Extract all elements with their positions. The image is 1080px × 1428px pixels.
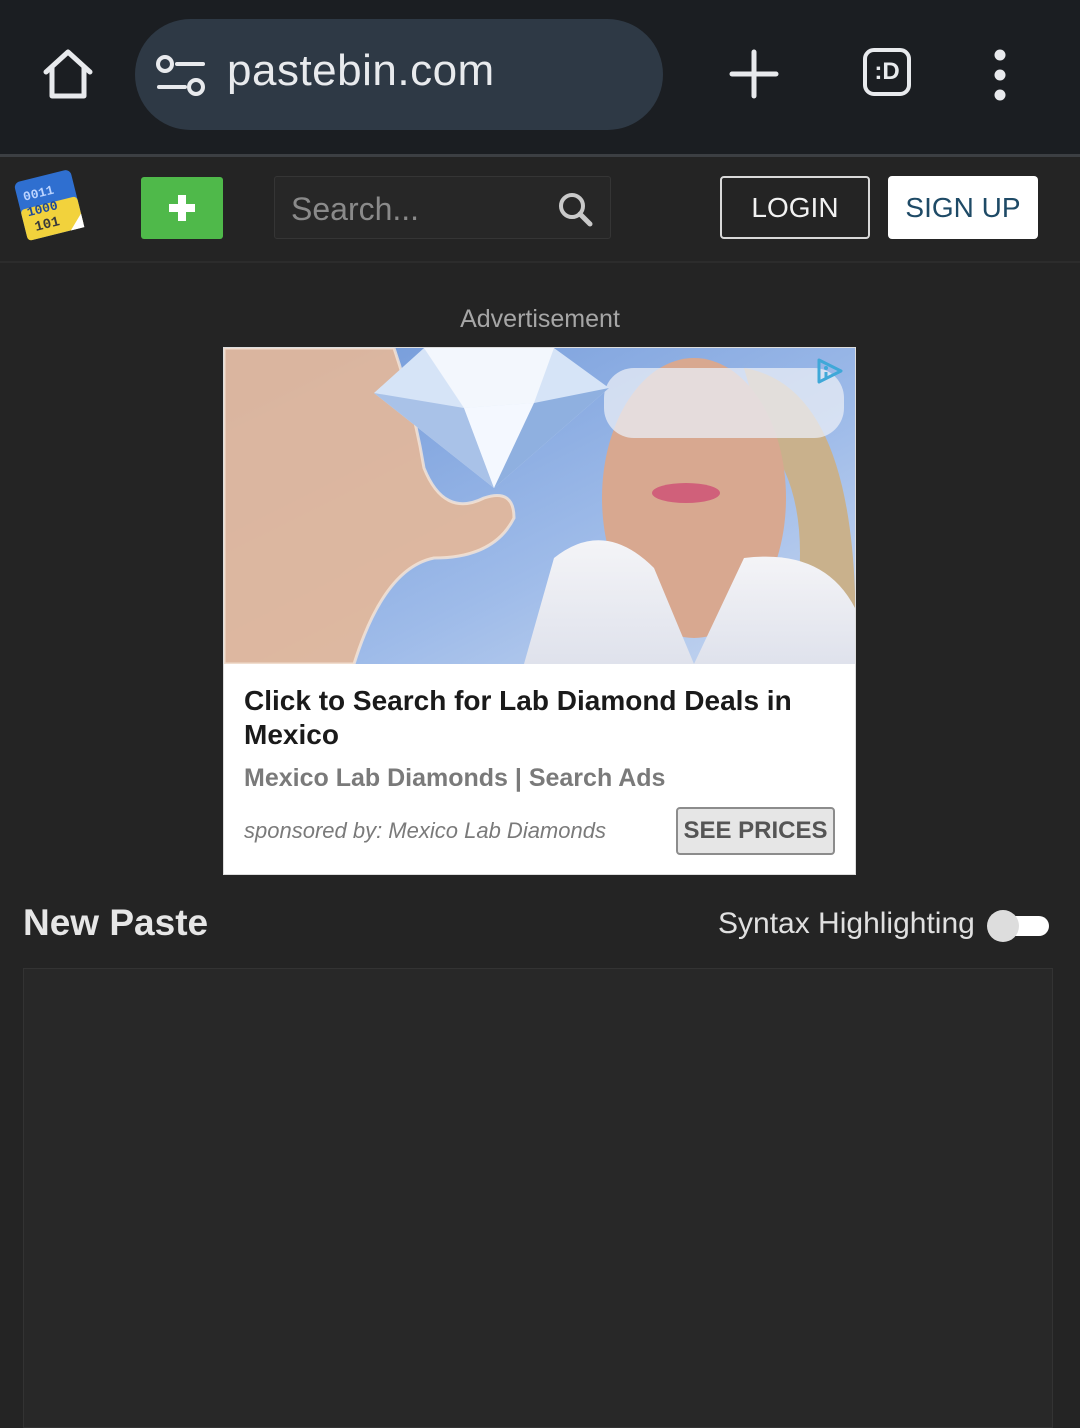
syntax-highlighting-label: Syntax Highlighting (718, 907, 975, 940)
ad-sponsor-text: sponsored by: Mexico Lab Diamonds (244, 818, 606, 843)
signup-button[interactable]: SIGN UP (888, 176, 1038, 239)
ad-advertiser: Mexico Lab Diamonds | Search Ads (244, 764, 666, 792)
search-icon[interactable] (557, 191, 593, 227)
login-button[interactable]: LOGIN (720, 176, 870, 239)
home-icon[interactable] (38, 44, 98, 104)
ad-banner[interactable]: Click to Search for Lab Diamond Deals in… (223, 347, 856, 875)
page-title: New Paste (23, 902, 209, 943)
paste-textarea[interactable] (23, 968, 1053, 1428)
tab-switcher-button[interactable]: :D (863, 48, 911, 96)
see-prices-button[interactable]: SEE PRICES (676, 807, 835, 855)
pastebin-logo[interactable]: 0011 1000 101 (12, 165, 86, 245)
search-box (274, 176, 611, 239)
search-input[interactable] (289, 185, 553, 233)
header-divider (0, 261, 1080, 263)
syntax-highlighting-toggle[interactable] (987, 910, 1049, 942)
toggle-knob (987, 910, 1019, 942)
ad-image[interactable] (224, 348, 855, 664)
ad-choices-icon[interactable] (813, 356, 847, 386)
new-paste-button[interactable] (141, 177, 223, 239)
browser-toolbar: pastebin.com :D (0, 0, 1080, 154)
url-text: pastebin.com (227, 46, 495, 95)
ad-headline[interactable]: Click to Search for Lab Diamond Deals in… (244, 684, 834, 752)
new-tab-icon[interactable] (728, 48, 780, 100)
more-menu-icon[interactable] (985, 48, 1015, 102)
plus-icon (169, 195, 195, 221)
site-settings-icon[interactable] (153, 51, 209, 101)
ad-label: Advertisement (460, 305, 620, 333)
address-bar[interactable]: pastebin.com (135, 19, 663, 130)
